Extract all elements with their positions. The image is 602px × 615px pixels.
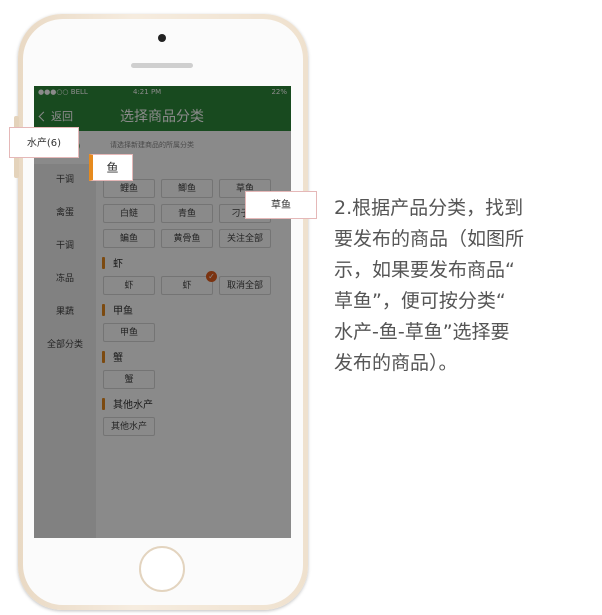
chip-label: 虾 xyxy=(182,281,192,291)
section-header-crab: 蟹 xyxy=(96,346,291,367)
callout-fish: 鱼 xyxy=(89,154,133,181)
chip-crab[interactable]: 蟹 xyxy=(103,370,155,389)
instruction-line: 发布的商品）。 xyxy=(334,352,458,374)
sidebar-item-poultry-eggs[interactable]: 禽蛋 xyxy=(34,197,96,230)
sidebar-item-dry-seasoning-2[interactable]: 干调 xyxy=(34,230,96,263)
section-title: 蟹 xyxy=(113,353,123,364)
instruction-line: 2.根据产品分类，找到 xyxy=(334,197,524,219)
chip-turtle[interactable]: 甲鱼 xyxy=(103,323,155,342)
chip-shrimp-selected[interactable]: 虾 ✓ xyxy=(161,271,217,295)
home-button[interactable] xyxy=(139,546,185,592)
section-header-shrimp: 虾 xyxy=(96,252,291,273)
section-header-turtle: 甲鱼 xyxy=(96,299,291,320)
section-header-other: 其他水产 xyxy=(96,393,291,414)
chip-bream[interactable]: 鳊鱼 xyxy=(103,229,155,248)
front-camera xyxy=(158,34,166,42)
category-sidebar: 水产(6) 干调 禽蛋 干调 冻品 果蔬 全部分类 xyxy=(34,131,96,538)
callout-category: 水产(6) xyxy=(9,127,79,158)
sidebar-item-frozen[interactable]: 冻品 xyxy=(34,263,96,296)
back-label: 返回 xyxy=(51,110,73,123)
instruction-line: 水产-鱼-草鱼”选择要 xyxy=(334,321,510,343)
sidebar-item-all[interactable]: 全部分类 xyxy=(34,329,96,362)
section-title: 甲鱼 xyxy=(113,306,133,317)
section-title: 虾 xyxy=(113,259,123,270)
chip-group-turtle: 甲鱼 xyxy=(96,323,291,342)
sidebar-item-produce[interactable]: 果蔬 xyxy=(34,296,96,329)
follow-all-button[interactable]: 关注全部 xyxy=(219,229,271,248)
instruction-line: 要发布的商品（如图所 xyxy=(334,228,525,250)
chip-yellow-catfish[interactable]: 黄骨鱼 xyxy=(161,229,213,248)
hint-text: 请选择新建商品的所属分类 xyxy=(110,141,194,149)
chip-black-carp[interactable]: 青鱼 xyxy=(161,204,213,223)
section-title: 其他水产 xyxy=(113,400,153,411)
earpiece-speaker xyxy=(131,63,193,68)
sidebar-item-dry-seasoning[interactable]: 干调 xyxy=(34,164,96,197)
chevron-left-icon xyxy=(38,111,49,121)
instruction-line: 示，如果要发布商品“ xyxy=(334,259,515,281)
clock: 4:21 PM xyxy=(133,88,162,96)
callout-grass-carp: 草鱼 xyxy=(245,191,317,219)
page-title: 选择商品分类 xyxy=(120,109,204,125)
instruction-line: 草鱼”，便可按分类“ xyxy=(334,290,506,312)
chip-group-crab: 蟹 xyxy=(96,370,291,389)
chip-crucian[interactable]: 鲫鱼 xyxy=(161,179,213,198)
chip-other-seafood[interactable]: 其他水产 xyxy=(103,417,155,436)
chip-shrimp[interactable]: 虾 xyxy=(103,276,155,295)
checkmark-icon: ✓ xyxy=(206,271,217,282)
battery-label: 22% xyxy=(271,88,287,96)
back-button[interactable]: 返回 xyxy=(38,108,73,124)
instruction-text: 2.根据产品分类，找到 要发布的商品（如图所 示，如果要发布商品“ 草鱼”，便可… xyxy=(334,193,584,379)
status-bar: ●●●○○ BELL 4:21 PM 22% xyxy=(34,86,291,98)
chip-group-other: 其他水产 xyxy=(96,417,291,436)
carrier-label: ●●●○○ BELL xyxy=(38,88,88,96)
cancel-all-button[interactable]: 取消全部 xyxy=(219,276,271,295)
chip-silver-carp[interactable]: 白鲢 xyxy=(103,204,155,223)
chip-group-shrimp: 虾 虾 ✓ 取消全部 xyxy=(96,271,291,295)
